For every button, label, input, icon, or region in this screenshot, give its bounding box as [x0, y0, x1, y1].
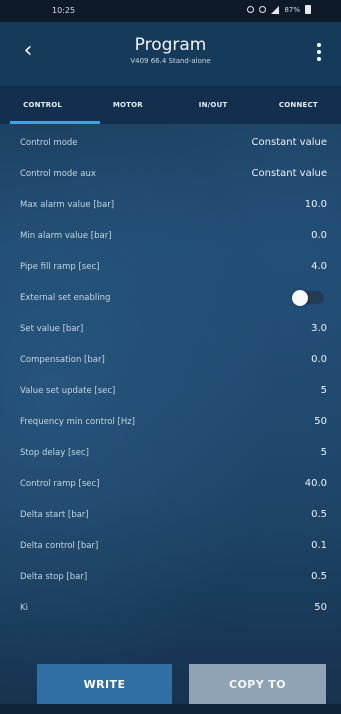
setting-value: 5 [320, 447, 327, 458]
setting-delta-stop[interactable]: Delta stop [bar] 0.5 [0, 561, 341, 592]
setting-control-mode[interactable]: Control mode Constant value [0, 127, 341, 158]
setting-ki[interactable]: Ki 50 [0, 592, 341, 623]
bottom-strip [0, 704, 341, 714]
setting-label: Stop delay [sec] [20, 447, 89, 458]
tab-connect[interactable]: CONNECT [256, 86, 341, 124]
status-bar: 10:25 87% [0, 0, 341, 22]
copy-to-button[interactable]: COPY TO [189, 664, 326, 704]
battery-icon [305, 5, 311, 14]
setting-value: 0.0 [311, 354, 327, 365]
setting-label: Delta stop [bar] [20, 571, 88, 582]
setting-value: 0.5 [311, 509, 327, 520]
mute-icon [259, 6, 267, 13]
phone-screen: 10:25 87% ‹ Program V409 66.4 Stand-alon… [0, 0, 341, 714]
setting-pipe-fill-ramp[interactable]: Pipe fill ramp [sec] 4.0 [0, 251, 341, 282]
setting-delta-start[interactable]: Delta start [bar] 0.5 [0, 499, 341, 530]
setting-label: Compensation [bar] [20, 354, 105, 365]
setting-value-set-update[interactable]: Value set update [sec] 5 [0, 375, 341, 406]
setting-label: Set value [bar] [20, 323, 84, 334]
page-title: Program [134, 35, 207, 55]
setting-value: 10.0 [304, 199, 327, 210]
setting-set-value[interactable]: Set value [bar] 3.0 [0, 313, 341, 344]
setting-label: Value set update [sec] [20, 385, 116, 396]
setting-compensation[interactable]: Compensation [bar] 0.0 [0, 344, 341, 375]
setting-value: 3.0 [311, 323, 327, 334]
setting-value: 0.5 [311, 571, 327, 582]
signal-icon [271, 5, 280, 14]
setting-value: 50 [314, 602, 327, 613]
setting-label: Ki [20, 602, 28, 613]
setting-control-ramp[interactable]: Control ramp [sec] 40.0 [0, 468, 341, 499]
setting-frequency-min-control[interactable]: Frequency min control [Hz] 50 [0, 406, 341, 437]
setting-value: 5 [320, 385, 327, 396]
write-button[interactable]: WRITE [37, 664, 172, 704]
tab-control[interactable]: CONTROL [0, 86, 85, 124]
setting-label: Control mode aux [20, 168, 96, 179]
setting-min-alarm-value[interactable]: Min alarm value [bar] 0.0 [0, 220, 341, 251]
status-time: 10:25 [52, 6, 76, 15]
setting-label: Min alarm value [bar] [20, 230, 112, 241]
setting-label: Frequency min control [Hz] [20, 416, 135, 427]
tab-bar: CONTROL MOTOR IN/OUT CONNECT [0, 86, 341, 124]
external-set-toggle[interactable] [292, 289, 324, 306]
toggle-knob [292, 289, 308, 306]
app-header: ‹ Program V409 66.4 Stand-alone [0, 22, 341, 86]
battery-percent: 87% [284, 5, 300, 14]
setting-label: Control mode [20, 137, 78, 148]
settings-list: Control mode Constant value Control mode… [0, 124, 341, 623]
setting-max-alarm-value[interactable]: Max alarm value [bar] 10.0 [0, 189, 341, 220]
setting-external-set-enabling: External set enabling [0, 282, 341, 313]
setting-stop-delay[interactable]: Stop delay [sec] 5 [0, 437, 341, 468]
setting-control-mode-aux[interactable]: Control mode aux Constant value [0, 158, 341, 189]
bottom-action-bar: WRITE COPY TO [0, 664, 341, 704]
more-vert-icon [317, 43, 321, 47]
setting-value: 40.0 [304, 478, 327, 489]
setting-label: Control ramp [sec] [20, 478, 100, 489]
setting-label: Max alarm value [bar] [20, 199, 115, 210]
status-icons: 87% [247, 5, 311, 14]
setting-value: Constant value [251, 168, 327, 179]
page-subtitle: V409 66.4 Stand-alone [130, 57, 211, 65]
setting-value: Constant value [251, 137, 327, 148]
setting-value: 0.0 [311, 230, 327, 241]
tab-motor[interactable]: MOTOR [85, 86, 170, 124]
alarm-icon [247, 6, 255, 13]
tab-in-out[interactable]: IN/OUT [171, 86, 256, 124]
setting-label: External set enabling [20, 292, 111, 303]
setting-value: 4.0 [311, 261, 327, 272]
setting-label: Delta control [bar] [20, 540, 99, 551]
setting-label: Delta start [bar] [20, 509, 89, 520]
setting-delta-control[interactable]: Delta control [bar] 0.1 [0, 530, 341, 561]
setting-label: Pipe fill ramp [sec] [20, 261, 100, 272]
setting-value: 50 [314, 416, 327, 427]
more-options-button[interactable] [311, 40, 327, 64]
setting-value: 0.1 [311, 540, 327, 551]
